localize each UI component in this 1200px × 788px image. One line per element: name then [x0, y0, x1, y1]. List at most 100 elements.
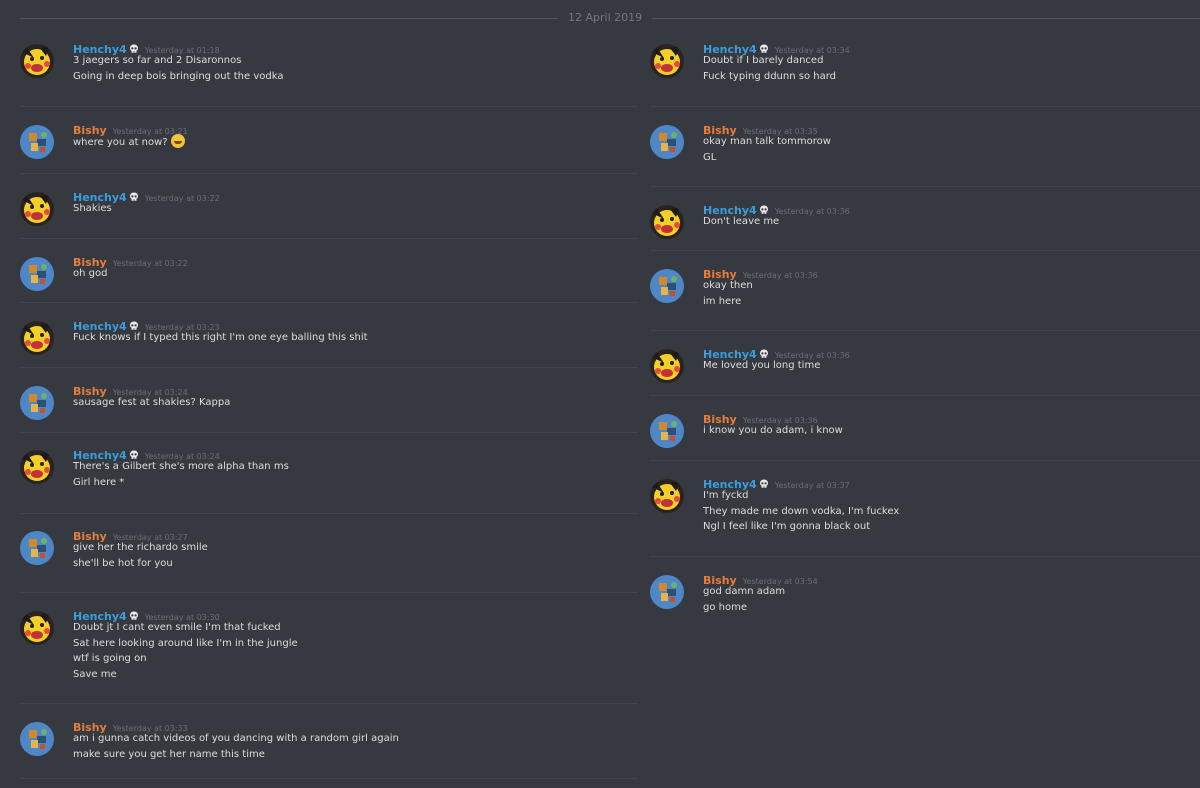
message-text: sausage fest at shakies? Kappa [73, 397, 231, 408]
blue-game-avatar-icon[interactable] [20, 125, 54, 159]
message-line: wtf is going on [73, 651, 298, 667]
message-body: i know you do adam, i know [703, 423, 843, 439]
message-text: Doubt jt I cant even smile I'm that fuck… [73, 622, 281, 633]
message-separator [650, 186, 1200, 187]
message-line: Fuck knows if I typed this right I'm one… [73, 330, 368, 346]
message-separator [20, 592, 638, 593]
message-text: i know you do adam, i know [703, 425, 843, 436]
message-text: There's a Gilbert she's more alpha than … [73, 461, 289, 472]
message-body: Fuck knows if I typed this right I'm one… [73, 330, 368, 346]
message-separator [650, 460, 1200, 461]
pikachu-avatar-icon[interactable] [650, 205, 684, 239]
message-body: sausage fest at shakies? Kappa [73, 395, 230, 411]
message-body: am i gunna catch videos of you dancing w… [73, 731, 399, 762]
message-line: okay then [703, 278, 753, 294]
message-line: Going in deep bois bringing out the vodk… [73, 69, 283, 85]
message-text: she'll be hot for you [73, 557, 173, 569]
grinning-emoji-icon [170, 134, 185, 148]
message-text: 3 jaegers so far and 2 Disaronnos [73, 55, 242, 66]
message-text: give her the richardo smile [73, 542, 208, 553]
skull-icon [127, 186, 139, 205]
message-text: im here [703, 295, 742, 307]
message-text: Girl here * [73, 476, 125, 488]
message-text: god damn adam [703, 586, 786, 597]
message-body: Don't leave me [703, 214, 779, 230]
message-text: Save me [73, 668, 117, 680]
message-line: Don't leave me [703, 214, 779, 230]
message-body: god damn adam go home [703, 584, 785, 615]
message-text: Shakies [73, 203, 112, 214]
blue-game-avatar-icon[interactable] [650, 269, 684, 303]
message-text: Me loved you long time [703, 360, 821, 371]
message-separator [650, 556, 1200, 557]
message-line: okay man talk tommorow [703, 134, 831, 150]
message-timestamp: Yesterday at 03:22 [112, 259, 188, 268]
pikachu-avatar-icon[interactable] [650, 349, 684, 383]
message-line: she'll be hot for you [73, 556, 208, 572]
message-text: Fuck knows if I typed this right I'm one… [73, 332, 368, 343]
message-line: I'm fyckd [703, 488, 899, 504]
blue-game-avatar-icon[interactable] [20, 386, 54, 420]
message-text: Ngl I feel like I'm gonna black out [703, 521, 871, 533]
message-separator [20, 703, 638, 704]
blue-game-avatar-icon[interactable] [20, 722, 54, 756]
message-text: Doubt if I barely danced [703, 55, 824, 66]
pikachu-avatar-icon[interactable] [20, 192, 54, 226]
message-line: i know you do adam, i know [703, 423, 843, 439]
message-line: where you at now? [73, 134, 185, 151]
date-divider-label: 12 April 2019 [558, 10, 653, 26]
message-separator [650, 330, 1200, 331]
blue-game-avatar-icon[interactable] [650, 575, 684, 609]
message-separator [650, 395, 1200, 396]
message-text: They made me down vodka, I'm fuckex [703, 505, 900, 517]
message-body: I'm fyckd They made me down vodka, I'm fu… [703, 488, 899, 535]
blue-game-avatar-icon[interactable] [20, 257, 54, 291]
message-body: okay man talk tommorow GL [703, 134, 831, 165]
message-text: oh god [73, 268, 108, 279]
message-text: where you at now? [73, 137, 168, 148]
message-text: okay then [703, 280, 753, 291]
blue-game-avatar-icon[interactable] [650, 414, 684, 448]
message-line: go home [703, 600, 785, 616]
pikachu-avatar-icon[interactable] [20, 44, 54, 78]
message-text: Going in deep bois bringing out the vodk… [73, 70, 284, 82]
message-line: Save me [73, 667, 298, 683]
message-text: am i gunna catch videos of you dancing w… [73, 733, 399, 744]
pikachu-avatar-icon[interactable] [650, 44, 684, 78]
message-body: Me loved you long time [703, 358, 820, 374]
message-line: They made me down vodka, I'm fuckex [703, 504, 899, 520]
message-timestamp: Yesterday at 03:22 [144, 194, 220, 203]
message-line: im here [703, 294, 753, 310]
message-separator [650, 106, 1200, 107]
message-body: There's a Gilbert she's more alpha than … [73, 459, 289, 490]
message-text: make sure you get her name this time [73, 748, 265, 760]
pikachu-avatar-icon[interactable] [20, 611, 54, 645]
message-text: Don't leave me [703, 216, 780, 227]
blue-game-avatar-icon[interactable] [650, 125, 684, 159]
message-body: give her the richardo smile she'll be hot… [73, 540, 208, 571]
message-body: 3 jaegers so far and 2 Disaronnos Going i… [73, 53, 283, 84]
message-line: GL [703, 150, 831, 166]
pikachu-avatar-icon[interactable] [650, 479, 684, 513]
message-timestamp: Yesterday at 03:36 [774, 207, 850, 216]
message-text: Fuck typing ddunn so hard [703, 70, 836, 82]
blue-game-avatar-icon[interactable] [20, 531, 54, 565]
message-body: where you at now? [73, 134, 185, 151]
pikachu-avatar-icon[interactable] [20, 450, 54, 484]
message-text: okay man talk tommorow [703, 136, 831, 147]
message-body: oh god [73, 266, 107, 282]
message-line: god damn adam [703, 584, 785, 600]
message-separator [20, 778, 638, 779]
message-text: I'm fyckd [703, 490, 749, 501]
message-text: go home [703, 601, 747, 613]
message-body: okay then im here [703, 278, 753, 309]
message-line: There's a Gilbert she's more alpha than … [73, 459, 289, 475]
message-line: Doubt jt I cant even smile I'm that fuck… [73, 620, 298, 636]
pikachu-avatar-icon[interactable] [20, 321, 54, 355]
message-text: wtf is going on [73, 653, 147, 665]
message-separator [20, 238, 638, 239]
message-separator [20, 432, 638, 433]
message-line: Girl here * [73, 475, 289, 491]
message-text: GL [703, 151, 717, 163]
message-separator [650, 250, 1200, 251]
